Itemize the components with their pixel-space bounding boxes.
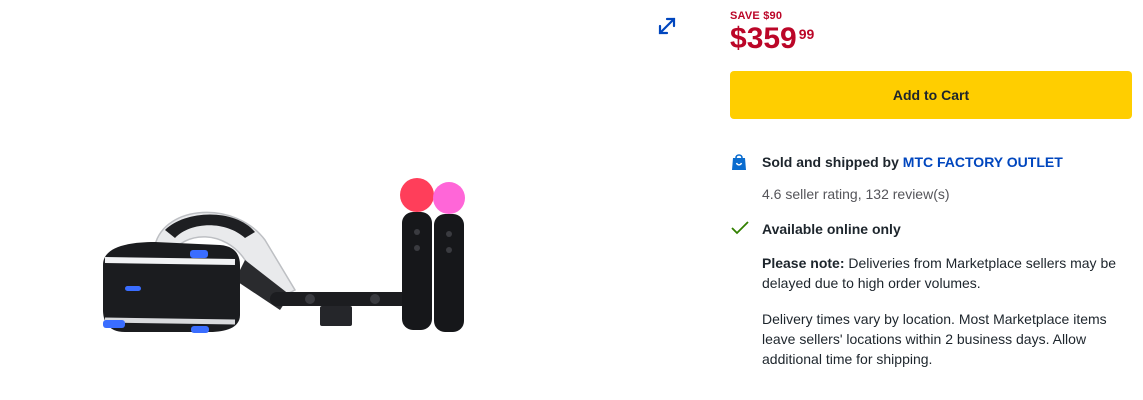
availability: Available online only bbox=[730, 220, 1132, 241]
price-cents: 99 bbox=[798, 26, 815, 42]
availability-text: Available online only bbox=[762, 221, 901, 237]
checkmark-icon bbox=[730, 221, 750, 240]
add-to-cart-button[interactable]: Add to Cart bbox=[730, 71, 1132, 119]
seller-link[interactable]: MTC FACTORY OUTLET bbox=[903, 154, 1063, 170]
product-image[interactable] bbox=[95, 170, 495, 345]
sold-by-label: Sold and shipped by bbox=[762, 154, 899, 170]
buy-box: SAVE $90 $ 359 99 Add to Cart Sold and s… bbox=[730, 0, 1132, 369]
product-gallery bbox=[0, 0, 700, 400]
price-main: 359 bbox=[746, 22, 797, 55]
shopping-bag-icon bbox=[730, 154, 748, 175]
note-label: Please note: bbox=[762, 255, 845, 271]
expand-icon[interactable] bbox=[655, 14, 679, 38]
price: $ 359 99 bbox=[730, 24, 1132, 54]
delivery-note: Delivery times vary by location. Most Ma… bbox=[762, 311, 1107, 367]
price-currency: $ bbox=[730, 22, 747, 55]
seller-rating: 4.6 seller rating, 132 review(s) bbox=[762, 186, 950, 202]
save-badge: SAVE $90 bbox=[730, 10, 783, 22]
seller-info: Sold and shipped by MTC FACTORY OUTLET bbox=[730, 153, 1132, 176]
please-note: Please note: Deliveries from Marketplace… bbox=[762, 253, 1132, 293]
